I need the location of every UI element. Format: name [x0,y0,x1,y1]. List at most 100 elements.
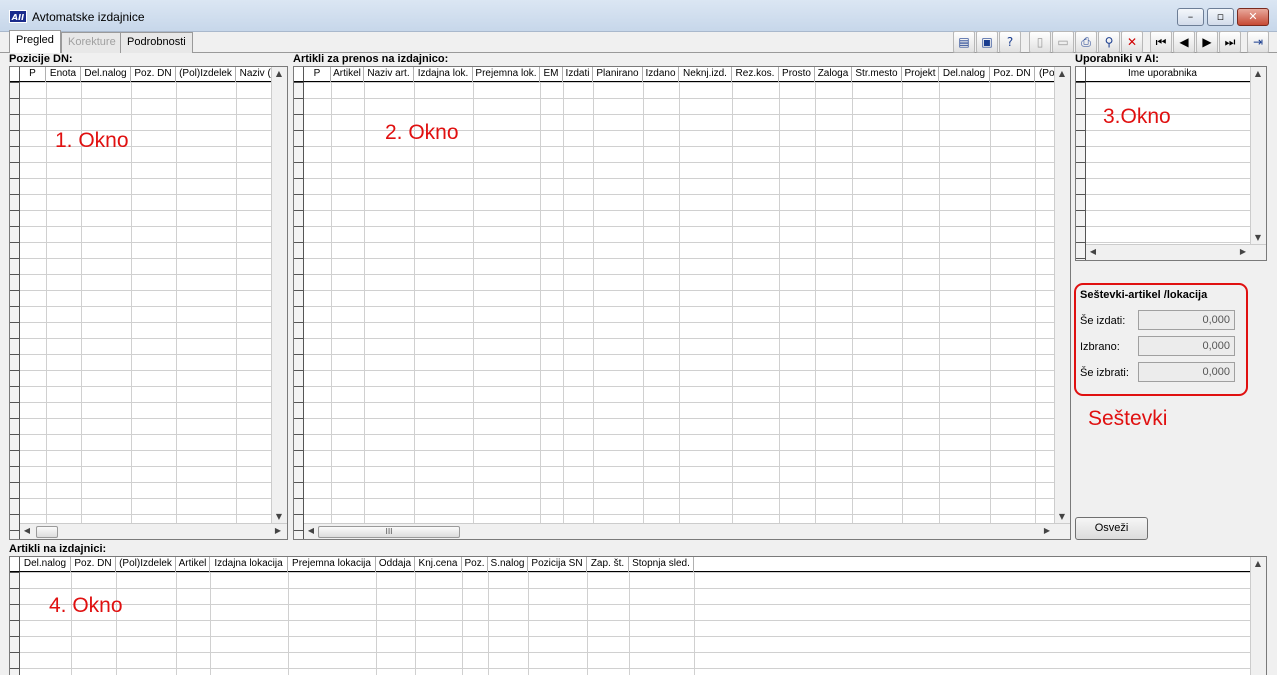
scroll-up-icon[interactable]: ▲ [1251,69,1265,78]
column-header[interactable]: Prejemna lokacija [288,557,376,572]
column-divider [779,82,780,539]
exit-button[interactable]: ⇥ [1247,31,1269,53]
tab-pregled[interactable]: Pregled [9,30,61,53]
minimize-button[interactable]: – [1177,8,1204,26]
next-record-button[interactable]: ▶ [1196,31,1218,53]
column-header[interactable]: Poz. DN [131,67,176,82]
column-header[interactable]: Planirano [593,67,643,82]
column-divider [116,572,117,675]
delete-button[interactable]: ✕ [1121,31,1143,53]
column-header[interactable]: Poz. DN [990,67,1035,82]
column-header[interactable]: Del.nalog [939,67,990,82]
column-header[interactable]: Del.nalog [81,67,131,82]
maximize-button[interactable]: ▫ [1207,8,1234,26]
column-header[interactable]: Neknj.izd. [679,67,732,82]
scroll-up-icon[interactable]: ▲ [1055,69,1069,78]
scroll-right-icon[interactable]: ▶ [1040,526,1054,535]
column-divider [815,82,816,539]
column-header[interactable]: P [304,67,331,82]
scroll-down-icon[interactable]: ▼ [1251,233,1265,242]
column-header[interactable]: Izdati [563,67,593,82]
column-header[interactable]: EM [540,67,563,82]
column-header[interactable]: Rez.kos. [732,67,779,82]
vertical-scrollbar[interactable]: ▲ [1250,557,1266,675]
horizontal-scrollbar[interactable]: ◀ ▶ [20,523,287,539]
column-header[interactable]: (Pol)Izdelek [176,67,236,82]
column-header[interactable]: Del.nalog [20,557,71,572]
se-izbrati-label: Še izbrati: [1080,367,1129,379]
column-header[interactable]: Prejemna lok. [473,67,540,82]
column-header[interactable]: Knj.cena [415,557,462,572]
scroll-right-icon[interactable]: ▶ [1236,247,1250,256]
panel1-label: Pozicije DN: [9,53,73,65]
column-header[interactable]: Naziv art. [364,67,414,82]
scroll-down-icon[interactable]: ▼ [1055,512,1069,521]
scroll-thumb[interactable] [36,526,58,538]
column-header[interactable]: Zap. št. [587,557,629,572]
column-divider [473,82,474,539]
column-header[interactable]: Prosto [779,67,815,82]
tab-podrobnosti[interactable]: Podrobnosti [120,32,193,53]
column-header[interactable]: Izdajna lokacija [210,557,288,572]
close-window-button[interactable]: ✕ [1237,8,1269,26]
panel3-label: Uporabniki v AI: [1075,53,1159,65]
izbrano-label: Izbrano: [1080,341,1120,353]
artikli-na-izdajnici-grid[interactable]: Del.nalog Poz. DN (Pol)Izdelek Artikel I… [9,556,1267,675]
column-header[interactable]: (Pol)Izdelek [116,557,176,572]
open-folder-button[interactable]: ▭ [1052,31,1074,53]
last-record-button[interactable]: ⏭ [1219,31,1241,53]
izbrano-field: 0,000 [1138,336,1235,356]
scroll-down-icon[interactable]: ▼ [272,512,286,521]
scroll-up-icon[interactable]: ▲ [272,69,286,78]
help-button[interactable]: ? [999,31,1021,53]
column-header[interactable]: Str.mesto [852,67,902,82]
column-header[interactable]: Poz. [462,557,488,572]
report-button[interactable]: ▤ [953,31,975,53]
last-record-icon: ⏭ [1224,35,1236,49]
annotation-okno-4: 4. Okno [49,594,123,617]
first-record-button[interactable]: ⏮ [1150,31,1172,53]
scroll-thumb[interactable]: III [318,526,460,538]
scroll-left-icon[interactable]: ◀ [304,526,318,535]
grid-header: Ime uporabnika [1086,67,1266,82]
column-header[interactable]: Ime uporabnika [1086,67,1239,82]
print-button[interactable]: ⎙ [1075,31,1097,53]
column-header[interactable]: Oddaja [376,557,415,572]
vertical-scrollbar[interactable]: ▲ ▼ [1250,67,1266,244]
column-divider [288,572,289,675]
scroll-right-icon[interactable]: ▶ [271,526,285,535]
column-header[interactable]: Izdajna lok. [414,67,473,82]
column-divider [414,82,415,539]
column-divider [629,572,630,675]
search-button[interactable]: ⚲ [1098,31,1120,53]
export-button[interactable]: ▣ [976,31,998,53]
column-header[interactable]: Projekt [902,67,939,82]
vertical-scrollbar[interactable]: ▲ ▼ [271,67,287,523]
scroll-left-icon[interactable]: ◀ [20,526,34,535]
pozicije-dn-grid[interactable]: P Enota Del.nalog Poz. DN (Pol)Izdelek N… [9,66,288,540]
horizontal-scrollbar[interactable]: ◀ III ▶ [304,523,1070,539]
column-header[interactable]: Stopnja sled. [629,557,694,572]
vertical-scrollbar[interactable]: ▲ ▼ [1054,67,1070,523]
column-header[interactable]: Pozicija SN [528,557,587,572]
column-header[interactable]: Enota [46,67,81,82]
artikli-za-prenos-grid[interactable]: P Artikel Naziv art. Izdajna lok. Prejem… [293,66,1071,540]
column-header[interactable]: Poz. DN [71,557,116,572]
column-header[interactable]: Zaloga [815,67,852,82]
uporabniki-grid[interactable]: Ime uporabnika ▲ ▼ ◀ ▶ 3.Okno [1075,66,1267,261]
title-bar: AII Avtomatske izdajnice – ▫ ✕ [0,0,1277,32]
column-divider [679,82,680,539]
column-header[interactable]: Izdano [643,67,679,82]
column-header[interactable]: Artikel [176,557,210,572]
refresh-button[interactable]: Osveži [1075,517,1148,540]
horizontal-scrollbar[interactable]: ◀ ▶ [1086,244,1266,260]
column-header[interactable]: P [20,67,46,82]
column-header[interactable]: S.nalog [488,557,528,572]
tab-korekture[interactable]: Korekture [61,32,123,53]
new-document-button[interactable]: ▯ [1029,31,1051,53]
scroll-up-icon[interactable]: ▲ [1251,559,1265,568]
column-header[interactable]: Artikel [331,67,364,82]
sums-title: Seštevki-artikel /lokacija [1080,289,1208,301]
previous-record-button[interactable]: ◀ [1173,31,1195,53]
scroll-left-icon[interactable]: ◀ [1086,247,1100,256]
